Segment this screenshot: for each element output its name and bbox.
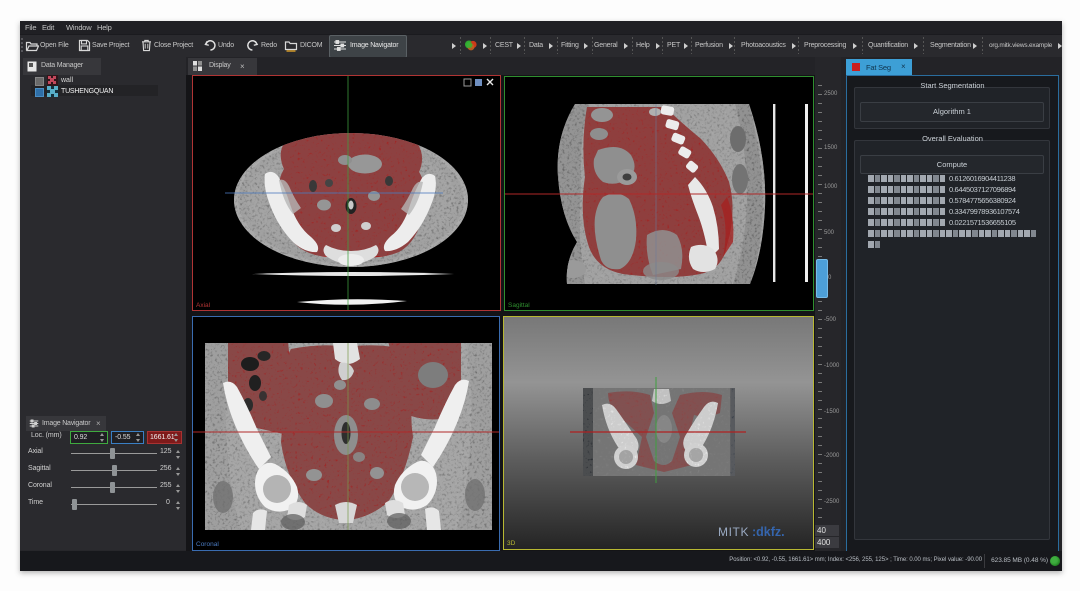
svg-text:Axial: Axial <box>196 302 211 309</box>
svg-text:Coronal: Coronal <box>196 541 219 548</box>
svg-text:MITK: MITK <box>718 525 749 539</box>
svg-text:3D: 3D <box>507 540 516 547</box>
svg-text:Sagittal: Sagittal <box>508 302 530 309</box>
svg-text::dkfz.: :dkfz. <box>752 525 785 539</box>
